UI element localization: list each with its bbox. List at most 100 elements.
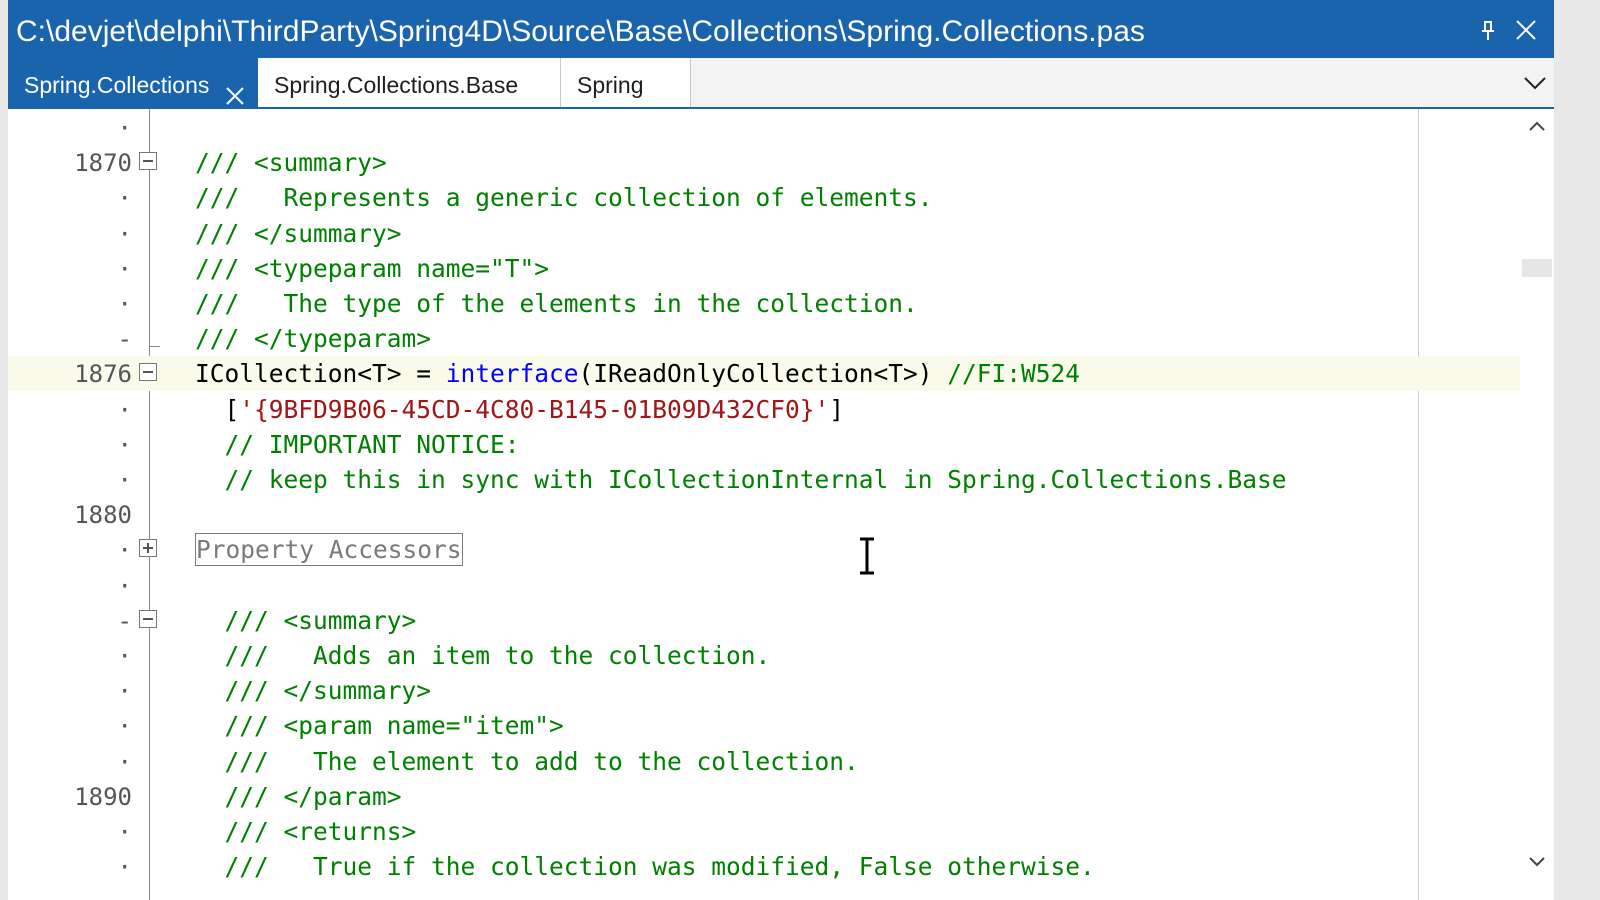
code-token: [: [195, 394, 240, 424]
line-number: ·: [117, 853, 132, 882]
keyword-token: interface: [445, 359, 579, 389]
collapsed-region-label[interactable]: Property Accessors: [195, 533, 463, 567]
comment-token: /// Represents a generic collection of e…: [195, 183, 933, 213]
tab-spring-collections-base[interactable]: Spring.Collections.Base: [258, 58, 561, 107]
code-text: /// </summary>: [195, 673, 432, 708]
line-number: ·: [117, 466, 132, 494]
fold-end-marker: [149, 332, 160, 348]
code-text: /// </param>: [195, 779, 402, 814]
code-line[interactable]: · // keep this in sync with ICollectionI…: [8, 462, 1520, 497]
code-line[interactable]: · ['{9BFD9B06-45CD-4C80-B145-01B09D432CF…: [8, 392, 1520, 427]
code-line[interactable]: · /// <returns>: [8, 814, 1520, 849]
code-line[interactable]: - /// </typeparam>: [8, 321, 1520, 356]
tab-label: Spring.Collections.Base: [274, 72, 519, 98]
code-line[interactable]: · Property Accessors: [8, 532, 1520, 567]
string-token: '{9BFD9B06-45CD-4C80-B145-01B09D432CF0}': [239, 394, 830, 424]
code-line[interactable]: · /// Represents a generic collection of …: [8, 180, 1520, 215]
code-line[interactable]: 1880: [8, 497, 1520, 532]
line-number: ·: [117, 642, 132, 670]
window-title: C:\devjet\delphi\ThirdParty\Spring4D\Sou…: [16, 15, 1145, 48]
close-icon[interactable]: [1512, 16, 1540, 44]
code-text: /// The element to add to the collection…: [195, 744, 859, 779]
tab-bar: Spring.Collections Spring.Collections.Ba…: [8, 58, 1554, 109]
tab-spring[interactable]: Spring: [561, 58, 691, 107]
scrollbar-thumb[interactable]: [1522, 259, 1552, 277]
code-text: /// <returns>: [195, 814, 417, 849]
line-number: ·: [117, 747, 132, 776]
code-line[interactable]: · /// The type of the elements in the col…: [8, 286, 1520, 321]
comment-token: /// <param name="item">: [195, 711, 564, 741]
code-line[interactable]: · // IMPORTANT NOTICE:: [8, 427, 1520, 462]
code-text: /// Represents a generic collection of e…: [195, 180, 933, 215]
comment-token: /// <returns>: [195, 817, 417, 846]
code-line[interactable]: · /// <typeparam name="T">: [8, 251, 1520, 286]
line-number: ·: [117, 114, 132, 142]
comment-token: /// Adds an item to the collection.: [195, 641, 771, 670]
code-line[interactable]: 1876 ICollection<T> = interface(IReadOnly…: [8, 356, 1520, 392]
code-text: /// <summary>: [195, 145, 387, 180]
code-text: /// <summary>: [195, 603, 417, 638]
line-number: ·: [117, 219, 132, 248]
code-line[interactable]: ·: [8, 568, 1520, 603]
comment-token: /// True if the collection was modified,…: [195, 852, 1095, 882]
collapse-fold-icon[interactable]: [139, 152, 157, 171]
title-bar: C:\devjet\delphi\ThirdParty\Spring4D\Sou…: [8, 0, 1554, 58]
collapse-fold-icon[interactable]: [139, 609, 157, 628]
code-editor[interactable]: · 1870 /// <summary> · /// Represents a gene…: [8, 109, 1554, 900]
chevron-down-icon[interactable]: [1522, 70, 1548, 96]
vertical-scrollbar[interactable]: [1520, 109, 1554, 900]
line-number: -: [117, 325, 132, 354]
comment-token: /// <summary>: [195, 605, 417, 635]
comment-token: /// <typeparam name="T">: [195, 253, 550, 283]
expand-fold-icon[interactable]: [139, 539, 157, 558]
tab-label: Spring: [577, 72, 644, 98]
comment-token: /// </summary>: [195, 676, 432, 706]
code-text: /// </typeparam>: [195, 321, 431, 356]
line-number: 1876: [74, 360, 132, 389]
line-number: ·: [117, 254, 132, 283]
line-number: ·: [117, 818, 132, 846]
line-number: 1890: [74, 782, 132, 811]
comment-token: // keep this in sync with ICollectionInt…: [195, 465, 1287, 494]
code-token: (IReadOnlyCollection<T>): [578, 359, 948, 389]
comment-token: /// <summary>: [195, 148, 387, 178]
comment-token: /// The type of the elements in the coll…: [195, 289, 918, 318]
code-line[interactable]: · /// True if the collection was modifie…: [8, 849, 1520, 884]
code-text: /// The type of the elements in the coll…: [195, 286, 918, 321]
line-number: ·: [117, 571, 132, 600]
code-text: /// Adds an item to the collection.: [195, 638, 771, 673]
tab-spring-collections[interactable]: Spring.Collections: [8, 58, 258, 107]
code-line[interactable]: · /// The element to add to the collecti…: [8, 744, 1520, 779]
code-token: ICollection<T> =: [195, 359, 446, 389]
code-token: ]: [829, 394, 845, 424]
code-line[interactable]: 1870 /// <summary>: [8, 145, 1520, 180]
comment-token: // IMPORTANT NOTICE:: [195, 429, 520, 459]
pin-icon[interactable]: [1474, 16, 1502, 44]
comment-token: /// </param>: [195, 781, 402, 811]
code-line[interactable]: 1890 /// </param>: [8, 779, 1520, 814]
line-number: 1870: [74, 149, 132, 178]
collapse-fold-icon[interactable]: [139, 363, 157, 382]
line-number: 1880: [74, 501, 132, 530]
code-text: /// <param name="item">: [195, 708, 564, 743]
code-line[interactable]: · /// <param name="item">: [8, 708, 1520, 743]
chevron-down-icon[interactable]: [1526, 851, 1548, 873]
chevron-up-icon[interactable]: [1526, 115, 1548, 137]
comment-token: /// </typeparam>: [195, 324, 432, 354]
code-line[interactable]: · /// Adds an item to the collection.: [8, 638, 1520, 673]
editor-window: C:\devjet\delphi\ThirdParty\Spring4D\Sou…: [8, 0, 1554, 900]
code-line[interactable]: ·: [8, 110, 1520, 145]
code-text: // keep this in sync with ICollectionInt…: [195, 462, 1287, 497]
line-number: ·: [117, 536, 132, 565]
code-line[interactable]: - /// <summary>: [8, 603, 1520, 638]
code-line[interactable]: · /// </summary>: [8, 216, 1520, 251]
close-icon[interactable]: [224, 72, 246, 105]
code-text: /// </summary>: [195, 216, 402, 251]
line-number: ·: [117, 712, 132, 741]
line-number: ·: [117, 184, 132, 213]
comment-token: /// </summary>: [195, 218, 402, 248]
code-line[interactable]: · /// </summary>: [8, 673, 1520, 708]
comment-token: //FI:W524: [947, 359, 1081, 389]
code-text: Property Accessors: [195, 532, 463, 567]
code-text: /// <typeparam name="T">: [195, 251, 549, 286]
